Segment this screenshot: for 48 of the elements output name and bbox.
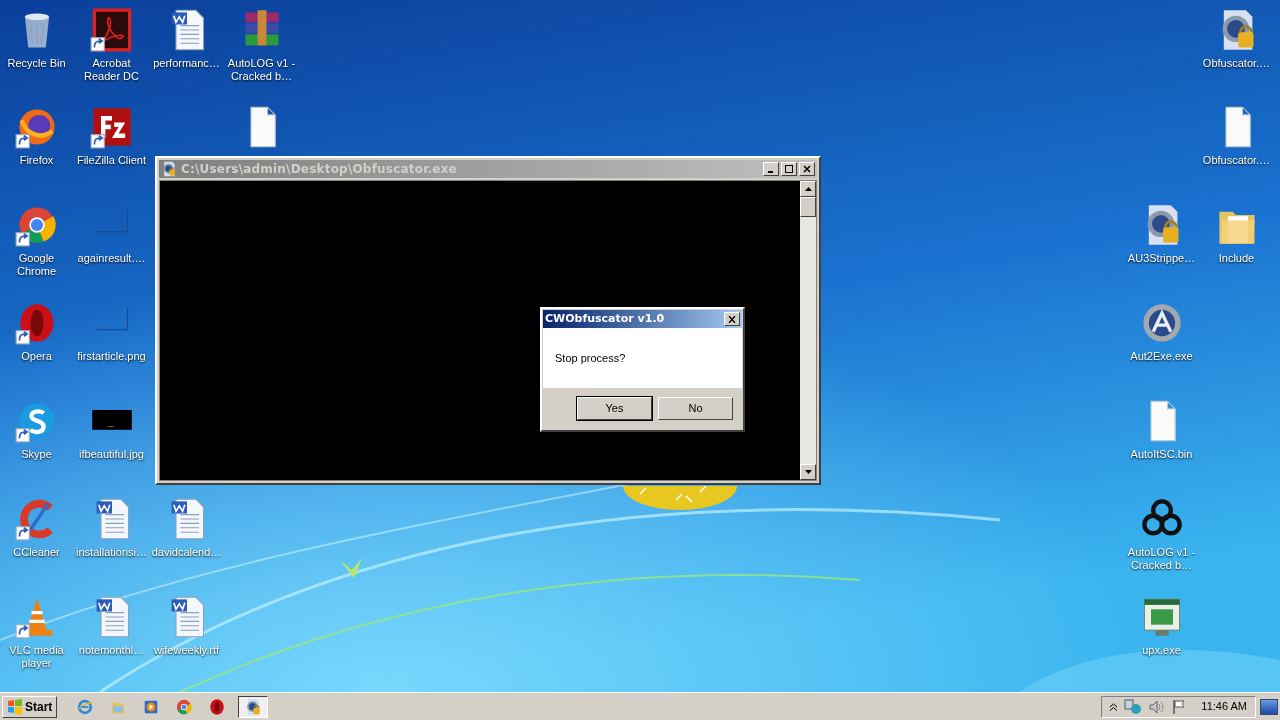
icon-label[interactable]: ifbeautiful.jpg [79,448,144,461]
icon-label[interactable]: Aut2Exe.exe [1130,350,1193,363]
close-button[interactable] [724,312,740,326]
icon-label[interactable]: Google Chrome [0,252,74,278]
show-desktop-button[interactable] [1260,698,1278,715]
icon-label[interactable]: CCleaner [13,546,60,559]
locked-script-icon [244,697,263,716]
icon-label[interactable]: AutoItSC.bin [1130,448,1193,461]
taskbar-button[interactable] [238,695,269,718]
icon-label[interactable]: Skype [21,448,52,461]
locked-script-icon [161,161,177,177]
flag-icon[interactable] [1172,699,1187,714]
icon-label[interactable]: Opera [21,350,52,363]
maximize-button[interactable] [781,162,797,176]
start-button[interactable]: Start [2,695,58,718]
browser-icon [175,697,194,716]
icon-label[interactable]: Firefox [19,154,54,167]
scroll-down-icon [804,470,812,474]
clock[interactable]: 11:46 AM [1201,698,1247,715]
browser-icon [208,697,227,716]
icon-label[interactable]: firstarticle.png [77,350,146,363]
scrollbar[interactable] [800,181,816,480]
dialog-button[interactable]: Yes [577,397,652,420]
icon-label[interactable]: againresult.… [77,252,146,265]
close-icon [803,165,811,173]
maximize-icon [785,165,793,173]
icon-label[interactable]: Obfuscator.… [1202,154,1271,167]
dialog-button[interactable]: No [658,397,733,420]
browser-icon [76,697,95,716]
speaker-icon[interactable] [1149,699,1166,714]
chevron-up-icon[interactable] [1110,702,1118,711]
icon-label[interactable]: Obfuscator.… [1202,57,1271,70]
dialog-title: CWObfuscator v1.0 [545,310,665,327]
close-icon [728,315,736,323]
icon-label[interactable]: Recycle Bin [7,57,66,70]
close-button[interactable] [799,162,815,176]
scroll-up-icon [804,187,812,191]
icon-label[interactable]: AutoLOG v1 - Cracked b… [224,57,299,83]
windows-logo-icon [7,698,23,715]
dialog-message: Stop process? [555,350,626,366]
icon-label[interactable]: FileZilla Client [76,154,147,167]
minimize-button[interactable] [763,162,779,176]
icon-label[interactable]: performanc… [153,57,220,70]
window-title: C:\Users\admin\Desktop\Obfuscator.exe [181,161,457,178]
icon-label[interactable]: Acrobat Reader DC [74,57,149,83]
scroll-thumb[interactable] [800,197,816,217]
icon-label[interactable]: AU3Strippe… [1127,252,1196,265]
icon-label[interactable]: Include [1218,252,1255,265]
